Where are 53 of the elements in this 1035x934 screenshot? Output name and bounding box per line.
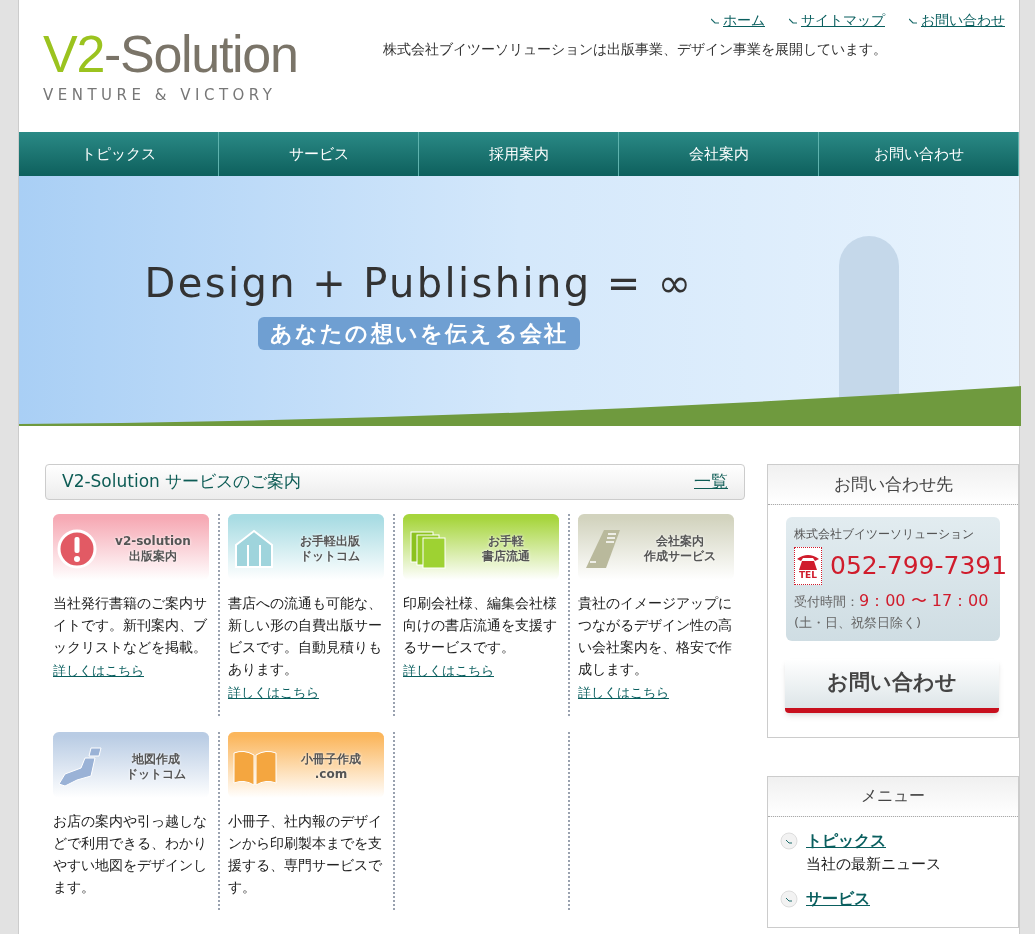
- panel-title: メニュー: [861, 785, 925, 807]
- banner-title: 会社案内: [656, 534, 704, 549]
- banner-subtitle: 作成サービス: [644, 549, 716, 564]
- service-description: 小冊子、社内報のデザインから印刷製本までを支援する、専門サービスです。: [228, 812, 383, 897]
- closed-days: (土・日、祝祭日除く): [794, 613, 992, 633]
- menu-link[interactable]: トピックス: [806, 828, 886, 853]
- hero-subtitle: あなたの想いを伝える会社: [257, 316, 581, 350]
- menu-link[interactable]: サービス: [806, 887, 870, 911]
- top-link[interactable]: お問い合わせ: [921, 10, 1005, 31]
- details-link[interactable]: 詳しくはこちら: [228, 685, 319, 700]
- tel-label: TEL: [799, 570, 817, 580]
- hours-label: 受付時間：: [794, 593, 859, 611]
- logo-wordmark[interactable]: V2-Solution: [43, 28, 359, 80]
- business-hours: 9：00 〜 17：00: [859, 590, 989, 612]
- details-link[interactable]: 詳しくはこちら: [578, 685, 669, 700]
- top-link[interactable]: ホーム: [723, 10, 765, 31]
- top-link[interactable]: サイトマップ: [801, 10, 885, 31]
- panel-title: お問い合わせ先: [833, 472, 953, 496]
- section-title: V2-Solution サービスのご案内: [62, 470, 302, 494]
- logo-tagline: VENTURE & VICTORY: [43, 85, 278, 106]
- service-banner[interactable]: お手軽出版 ドットコム: [228, 514, 384, 580]
- details-link[interactable]: 詳しくはこちら: [53, 663, 144, 678]
- hero-title: Design + Publishing = ∞: [144, 258, 694, 308]
- banner-title: お手軽出版: [300, 534, 360, 549]
- banner-title: v2-solution: [115, 534, 191, 549]
- list-link[interactable]: 一覧: [694, 469, 728, 495]
- house-icon: [232, 529, 276, 569]
- service-description: お店の案内や引っ越しなどで利用できる、わかりやすい地図をデザインします。: [53, 812, 208, 897]
- service-banner[interactable]: 小冊子作成 .com: [228, 732, 384, 798]
- phone-number: 052-799-7391: [830, 550, 1008, 583]
- banner-subtitle: ドットコム: [126, 767, 186, 782]
- banner-subtitle: .com: [314, 767, 348, 782]
- details-link[interactable]: 詳しくはこちら: [403, 663, 494, 678]
- contact-button[interactable]: お問い合わせ: [785, 658, 999, 713]
- menu-description: 当社の最新ニュース: [806, 853, 942, 875]
- exclamation-icon: [57, 529, 97, 569]
- banner-title: お手軽: [488, 534, 524, 549]
- banner-subtitle: 出版案内: [129, 549, 177, 564]
- service-description: 当社発行書籍のご案内サイトです。新刊案内、ブックリストなどを掲載。: [53, 594, 208, 657]
- company-name: 株式会社ブイツーソリューション: [794, 526, 975, 543]
- map-icon: [57, 746, 103, 788]
- service-description: 貴社のイメージアップにつながるデザイン性の高い会社案内を、格安で作成します。: [578, 594, 733, 679]
- service-banner[interactable]: v2-solution 出版案内: [53, 514, 209, 580]
- service-banner[interactable]: 地図作成 ドットコム: [53, 732, 209, 798]
- service-description: 書店への流通も可能な、新しい形の自費出版サービスです。自動見積りもあります。: [228, 594, 383, 679]
- banner-subtitle: 書店流通: [482, 549, 530, 564]
- company-description: 株式会社ブイツーソリューションは出版事業、デザイン事業を展開しています。: [382, 40, 887, 59]
- service-banner[interactable]: 会社案内 作成サービス: [578, 514, 734, 580]
- service-banner[interactable]: お手軽 書店流通: [403, 514, 559, 580]
- service-description: 印刷会社様、編集会社様向けの書店流通を支援するサービスです。: [403, 594, 558, 657]
- banner-title: 小冊子作成: [301, 752, 361, 767]
- banner-subtitle: ドットコム: [300, 549, 360, 564]
- banner-title: 地図作成: [132, 752, 180, 767]
